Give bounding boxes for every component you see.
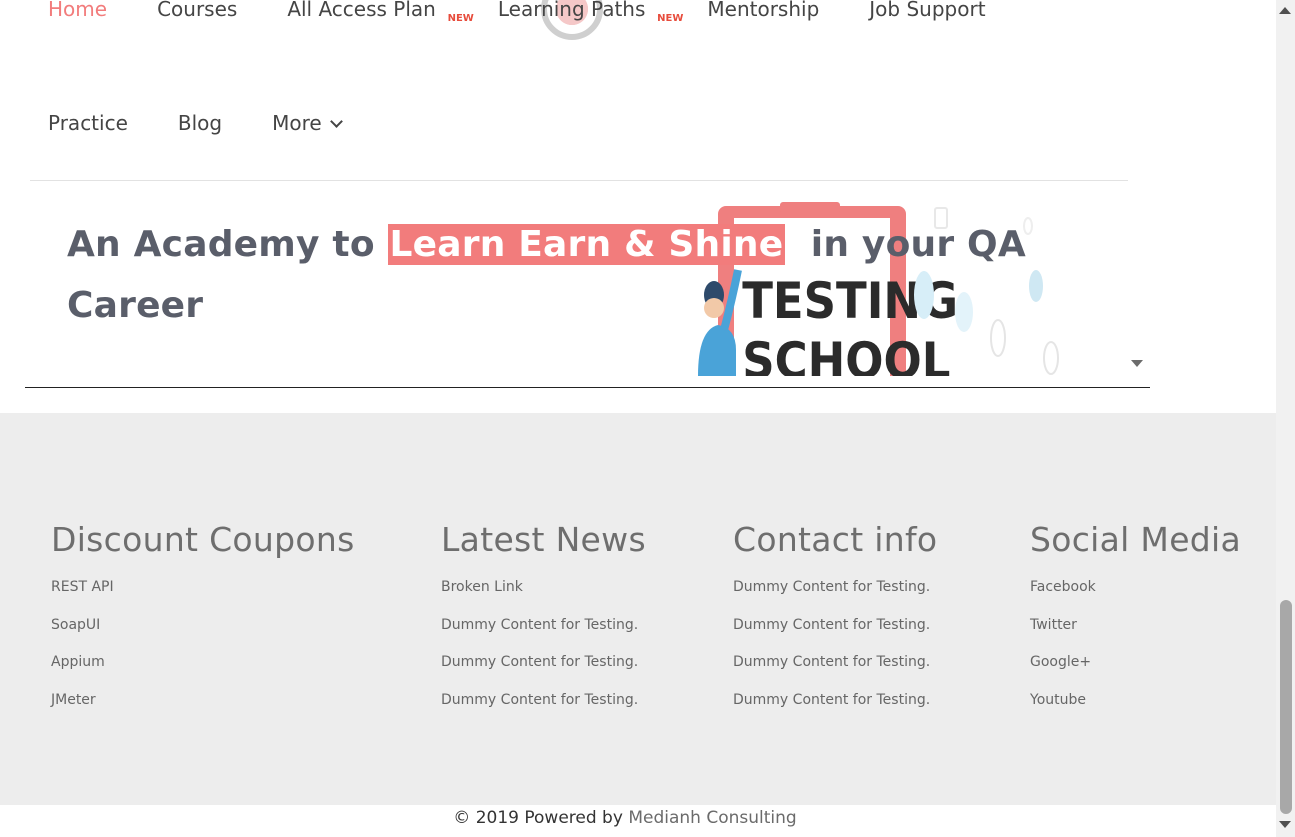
nav-item-courses[interactable]: Courses [157, 0, 237, 21]
scroll-up-arrow-icon[interactable] [1279, 7, 1291, 14]
nav-item-job-support[interactable]: Job Support [869, 0, 985, 21]
embedded-frame: Home Courses All Access Plan NEW Learning… [0, 0, 1147, 376]
footer-link[interactable]: Dummy Content for Testing. [733, 615, 937, 653]
footer: Discount Coupons REST API SoapUI Appium … [0, 413, 1276, 805]
hero-title: An Academy to Learn Earn & Shine in your… [67, 214, 1067, 336]
footer-link[interactable]: SoapUI [51, 615, 355, 653]
footer-link-facebook[interactable]: Facebook [1030, 577, 1241, 615]
frame-border-line [25, 387, 1150, 388]
footer-column-discount-coupons: Discount Coupons REST API SoapUI Appium … [51, 520, 355, 727]
nav-divider [30, 180, 1128, 181]
scrollbar-thumb[interactable] [1280, 600, 1292, 814]
nav-item-label: All Access Plan [287, 0, 436, 21]
footer-link[interactable]: Dummy Content for Testing. [733, 577, 937, 615]
nav-item-home[interactable]: Home [48, 0, 107, 21]
footer-link[interactable]: REST API [51, 577, 355, 615]
footer-column-latest-news: Latest News Broken Link Dummy Content fo… [441, 520, 646, 727]
new-badge: NEW [447, 13, 474, 24]
scroll-down-arrow-icon[interactable] [1279, 821, 1291, 828]
footer-link[interactable]: Appium [51, 652, 355, 690]
frame-scroll-down-arrow-icon[interactable] [1131, 360, 1143, 367]
nav-item-label: More [272, 111, 322, 135]
footer-link[interactable]: JMeter [51, 690, 355, 728]
footer-heading: Latest News [441, 520, 646, 559]
nav-item-practice[interactable]: Practice [48, 111, 128, 135]
hero-title-before: An Academy to [67, 224, 388, 265]
footer-link[interactable]: Dummy Content for Testing. [441, 690, 646, 728]
footer-heading: Social Media [1030, 520, 1242, 559]
nav-item-learning-paths[interactable]: Learning Paths NEW [497, 0, 684, 24]
copyright-brand-link[interactable]: Medianh Consulting [628, 808, 796, 828]
footer-link[interactable]: Dummy Content for Testing. [441, 652, 646, 690]
copyright-text: © 2019 Powered by [453, 808, 629, 828]
footer-link-youtube[interactable]: Youtube [1030, 690, 1241, 728]
nav-item-more[interactable]: More [272, 111, 343, 135]
nav-item-mentorship[interactable]: Mentorship [707, 0, 819, 21]
art-text-school: SCHOOL [742, 333, 950, 376]
nav-item-label: Learning Paths [497, 0, 646, 21]
footer-column-contact-info: Contact info Dummy Content for Testing. … [733, 520, 937, 727]
footer-heading: Discount Coupons [51, 520, 355, 559]
nav-row-primary: Home Courses All Access Plan NEW Learning… [48, 0, 1036, 24]
copyright: © 2019 Powered by Medianh Consulting [0, 808, 1250, 828]
new-badge: NEW [657, 13, 684, 24]
nav-item-blog[interactable]: Blog [178, 111, 222, 135]
footer-heading: Contact info [733, 520, 938, 559]
nav-row-secondary: Practice Blog More [48, 111, 391, 135]
footer-link[interactable]: Dummy Content for Testing. [441, 615, 646, 653]
chevron-down-icon [329, 115, 343, 128]
frame-scrollbar[interactable] [1128, 0, 1147, 376]
footer-link[interactable]: Dummy Content for Testing. [733, 690, 937, 728]
footer-link[interactable]: Broken Link [441, 577, 646, 615]
nav-item-all-access-plan[interactable]: All Access Plan NEW [287, 0, 474, 24]
footer-link-google-plus[interactable]: Google+ [1030, 652, 1241, 690]
hero-title-highlight: Learn Earn & Shine [387, 224, 786, 265]
footer-link-twitter[interactable]: Twitter [1030, 615, 1241, 653]
footer-link[interactable]: Dummy Content for Testing. [733, 652, 937, 690]
footer-column-social-media: Social Media Facebook Twitter Google+ Yo… [1030, 520, 1241, 727]
